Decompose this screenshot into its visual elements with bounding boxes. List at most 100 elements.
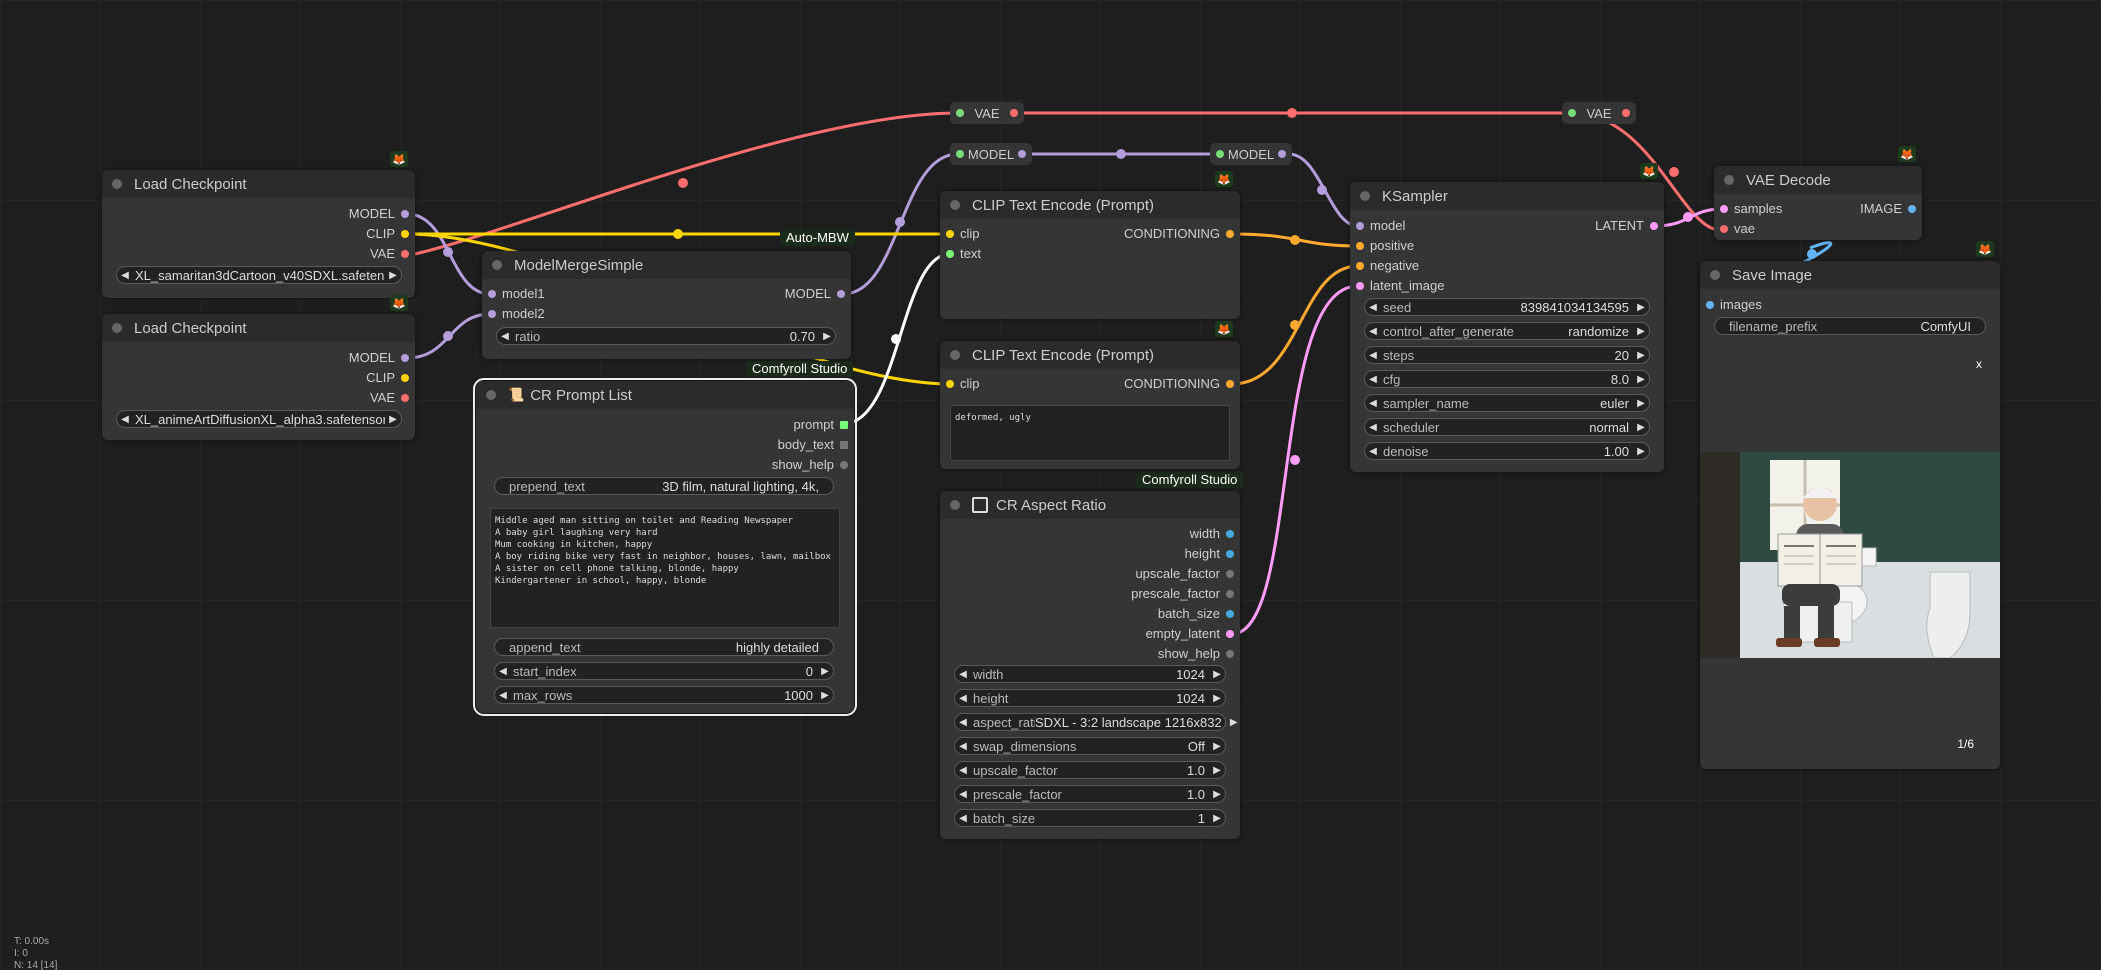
height-stepper[interactable]: ◀ height 1024 ▶ — [954, 689, 1226, 707]
reroute-vae-1[interactable]: VAE — [950, 102, 1024, 124]
arrow-left-icon[interactable]: ◀ — [495, 690, 511, 701]
arrow-right-icon[interactable]: ▶ — [1633, 350, 1649, 361]
output-model[interactable]: MODEL — [349, 206, 409, 222]
input-vae[interactable]: vae — [1720, 221, 1755, 237]
node-load-checkpoint-1[interactable]: Load Checkpoint MODEL CLIP VAE ◀ XL_samar… — [102, 170, 415, 298]
collapse-dot[interactable] — [1360, 191, 1370, 201]
width-stepper[interactable]: ◀ width 1024 ▶ — [954, 665, 1226, 683]
arrow-left-icon[interactable]: ◀ — [955, 765, 971, 776]
arrow-left-icon[interactable]: ◀ — [1365, 326, 1381, 337]
output-conditioning[interactable]: CONDITIONING — [1124, 376, 1234, 392]
output-body-text[interactable]: body_text — [778, 437, 848, 453]
collapse-dot[interactable] — [1724, 175, 1734, 185]
node-title[interactable]: 📜 CR Prompt List — [476, 381, 854, 409]
arrow-left-icon[interactable]: ◀ — [955, 813, 971, 824]
node-clip-text-encode-1[interactable]: CLIP Text Encode (Prompt) clip text COND… — [940, 191, 1240, 319]
arrow-left-icon[interactable]: ◀ — [1365, 302, 1381, 313]
arrow-right-icon[interactable]: ▶ — [1633, 446, 1649, 457]
node-title[interactable]: KSampler — [1350, 182, 1664, 210]
reroute-model-2[interactable]: MODEL — [1210, 143, 1292, 165]
node-title[interactable]: ModelMergeSimple — [482, 251, 851, 279]
output-vae[interactable]: VAE — [370, 390, 409, 406]
output-latent[interactable]: LATENT — [1595, 218, 1658, 234]
arrow-right-icon[interactable]: ▶ — [1209, 741, 1225, 752]
arrow-right-icon[interactable]: ▶ — [1633, 326, 1649, 337]
collapse-dot[interactable] — [112, 179, 122, 189]
ratio-slider[interactable]: ◀ ratio 0.70 ▶ — [496, 327, 836, 345]
output-conditioning[interactable]: CONDITIONING — [1124, 226, 1234, 242]
collapse-dot[interactable] — [492, 260, 502, 270]
arrow-right-icon[interactable]: ▶ — [385, 270, 401, 281]
reroute-vae-2[interactable]: VAE — [1562, 102, 1636, 124]
collapse-dot[interactable] — [112, 323, 122, 333]
arrow-right-icon[interactable]: ▶ — [1633, 422, 1649, 433]
node-title[interactable]: CLIP Text Encode (Prompt) — [940, 191, 1240, 219]
output-clip[interactable]: CLIP — [366, 370, 409, 386]
arrow-right-icon[interactable]: ▶ — [1209, 693, 1225, 704]
output-width[interactable]: width — [1190, 526, 1234, 542]
arrow-left-icon[interactable]: ◀ — [955, 741, 971, 752]
node-model-merge-simple[interactable]: ModelMergeSimple model1 model2 MODEL ◀ ra… — [482, 251, 851, 359]
input-clip[interactable]: clip — [946, 376, 980, 392]
input-model[interactable]: model — [1356, 218, 1405, 234]
output-height[interactable]: height — [1185, 546, 1234, 562]
arrow-right-icon[interactable]: ▶ — [1209, 813, 1225, 824]
input-model1[interactable]: model1 — [488, 286, 545, 302]
steps-stepper[interactable]: ◀ steps 20 ▶ — [1364, 346, 1650, 364]
node-clip-text-encode-2[interactable]: CLIP Text Encode (Prompt) clip CONDITION… — [940, 341, 1240, 469]
node-cr-prompt-list[interactable]: 📜 CR Prompt List prompt body_text show_he… — [473, 378, 857, 716]
input-model2[interactable]: model2 — [488, 306, 545, 322]
arrow-left-icon[interactable]: ◀ — [1365, 374, 1381, 385]
arrow-right-icon[interactable]: ▶ — [1209, 765, 1225, 776]
scheduler-combo[interactable]: ◀ scheduler normal ▶ — [1364, 418, 1650, 436]
arrow-right-icon[interactable]: ▶ — [819, 331, 835, 342]
output-empty-latent[interactable]: empty_latent — [1146, 626, 1234, 642]
close-preview-button[interactable]: x — [1976, 357, 1982, 371]
arrow-right-icon[interactable]: ▶ — [817, 690, 833, 701]
output-image[interactable]: IMAGE — [1860, 201, 1916, 217]
node-title[interactable]: Save Image — [1700, 261, 2000, 289]
seed-stepper[interactable]: ◀ seed 839841034134595 ▶ — [1364, 298, 1650, 316]
arrow-right-icon[interactable]: ▶ — [1209, 669, 1225, 680]
prompt-list-textarea[interactable]: Middle aged man sitting on toilet and Re… — [490, 508, 840, 628]
arrow-left-icon[interactable]: ◀ — [1365, 350, 1381, 361]
arrow-left-icon[interactable]: ◀ — [955, 717, 971, 728]
node-load-checkpoint-2[interactable]: Load Checkpoint MODEL CLIP VAE ◀ XL_anime… — [102, 314, 415, 440]
arrow-left-icon[interactable]: ◀ — [955, 789, 971, 800]
collapse-dot[interactable] — [950, 200, 960, 210]
node-title[interactable]: Load Checkpoint — [102, 314, 415, 342]
arrow-left-icon[interactable]: ◀ — [1365, 422, 1381, 433]
output-clip[interactable]: CLIP — [366, 226, 409, 242]
reroute-model-1[interactable]: MODEL — [950, 143, 1032, 165]
input-positive[interactable]: positive — [1356, 238, 1414, 254]
arrow-left-icon[interactable]: ◀ — [117, 270, 133, 281]
output-prompt[interactable]: prompt — [794, 417, 848, 433]
node-title[interactable]: CLIP Text Encode (Prompt) — [940, 341, 1240, 369]
denoise-stepper[interactable]: ◀ denoise 1.00 ▶ — [1364, 442, 1650, 460]
collapse-dot[interactable] — [1710, 270, 1720, 280]
output-show-help[interactable]: show_help — [772, 457, 848, 473]
output-model[interactable]: MODEL — [349, 350, 409, 366]
node-vae-decode[interactable]: VAE Decode samples vae IMAGE — [1714, 166, 1922, 240]
sampler-name-combo[interactable]: ◀ sampler_name euler ▶ — [1364, 394, 1650, 412]
swap-dimensions-combo[interactable]: ◀ swap_dimensions Off ▶ — [954, 737, 1226, 755]
arrow-left-icon[interactable]: ◀ — [497, 331, 513, 342]
arrow-right-icon[interactable]: ▶ — [1209, 789, 1225, 800]
arrow-left-icon[interactable]: ◀ — [117, 414, 133, 425]
node-cr-aspect-ratio[interactable]: CR Aspect Ratio width height upscale_fac… — [940, 491, 1240, 839]
input-latent-image[interactable]: latent_image — [1356, 278, 1444, 294]
arrow-right-icon[interactable]: ▶ — [1633, 398, 1649, 409]
output-show-help[interactable]: show_help — [1158, 646, 1234, 662]
ckpt-name-combo[interactable]: ◀ XL_animeArtDiffusionXL_alpha3.safetenso… — [116, 410, 402, 428]
node-title[interactable]: CR Aspect Ratio — [940, 491, 1240, 519]
input-images[interactable]: images — [1706, 297, 1762, 313]
append-text-field[interactable]: append_text highly detailed — [494, 638, 834, 656]
prescale-factor-stepper[interactable]: ◀ prescale_factor 1.0 ▶ — [954, 785, 1226, 803]
arrow-right-icon[interactable]: ▶ — [1633, 302, 1649, 313]
node-ksampler[interactable]: KSampler model positive negative latent_… — [1350, 182, 1664, 472]
batch-size-stepper[interactable]: ◀ batch_size 1 ▶ — [954, 809, 1226, 827]
collapse-dot[interactable] — [486, 390, 496, 400]
negative-prompt-textarea[interactable]: deformed, ugly — [950, 405, 1230, 461]
collapse-dot[interactable] — [950, 350, 960, 360]
arrow-left-icon[interactable]: ◀ — [1365, 446, 1381, 457]
